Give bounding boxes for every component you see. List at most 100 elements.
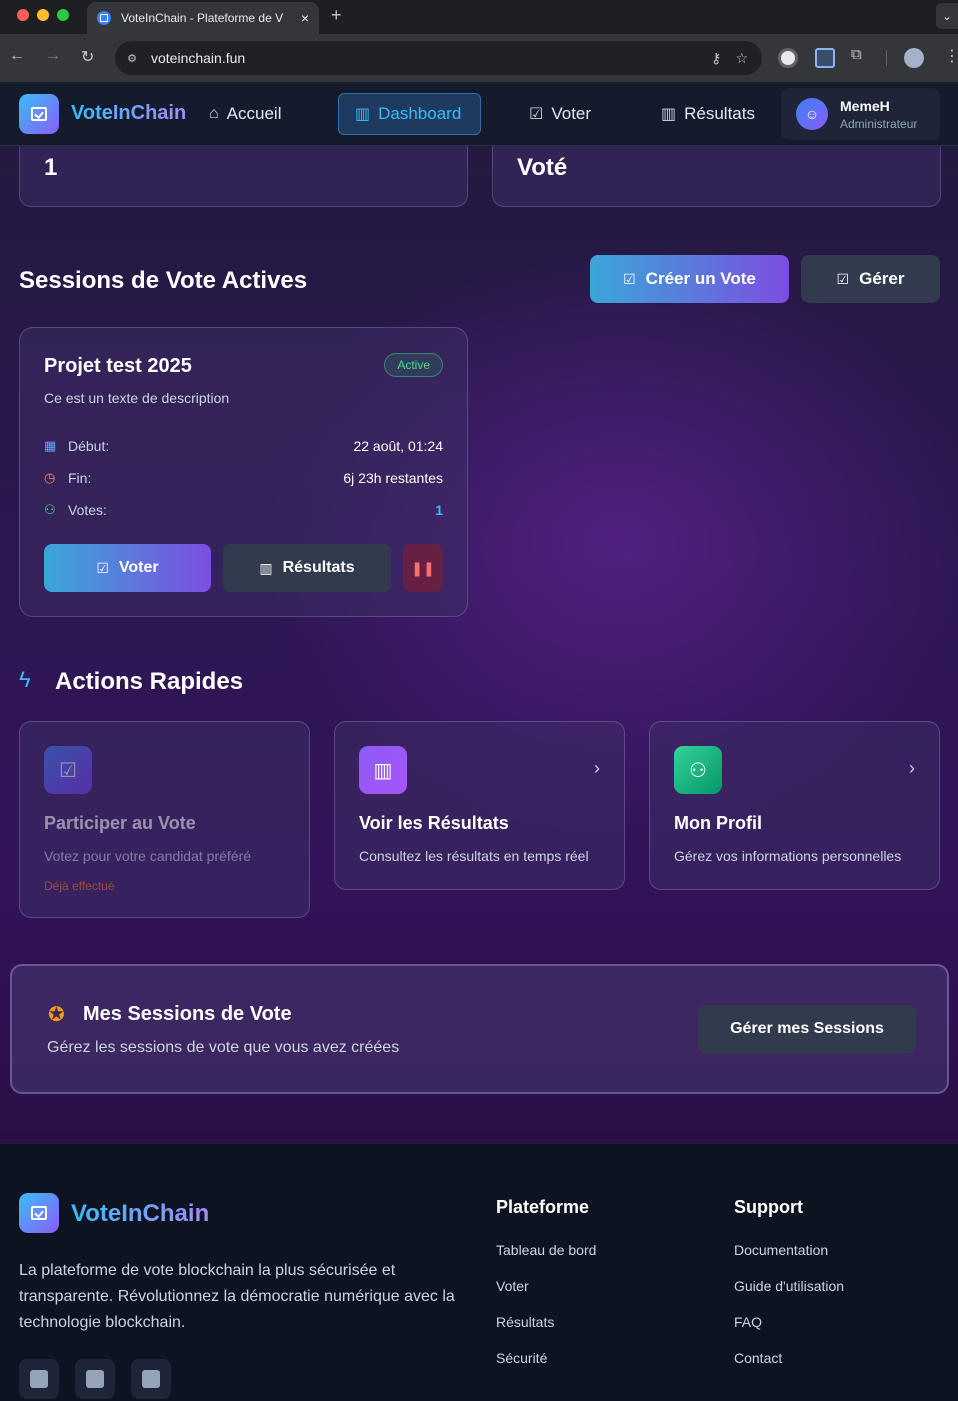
url-text[interactable]: voteinchain.fun xyxy=(151,50,711,66)
browser-toolbar: ← → ↻ ⚙ voteinchain.fun ⚷ ☆ ⧉ ⋮ xyxy=(0,34,958,82)
session-description: Ce est un texte de description xyxy=(44,390,230,406)
home-icon: ⌂ xyxy=(209,105,219,122)
row-value: 1 xyxy=(435,502,443,518)
vote-button[interactable]: ☑ Voter xyxy=(44,544,211,592)
footer-link[interactable]: Contact xyxy=(734,1350,782,1366)
footer-link[interactable]: Sécurité xyxy=(496,1350,547,1366)
quick-action-vote[interactable]: ☑ Participer au Vote Votez pour votre ca… xyxy=(19,721,310,918)
maximize-window-button[interactable] xyxy=(57,9,69,21)
results-button-label: Résultats xyxy=(282,559,355,576)
footer-link[interactable]: Guide d'utilisation xyxy=(734,1278,844,1294)
browser-menu-icon[interactable]: ⋮ xyxy=(944,46,958,66)
footer-link[interactable]: Documentation xyxy=(734,1242,828,1258)
clock-icon: ◷ xyxy=(44,470,56,485)
footer-link[interactable]: Résultats xyxy=(496,1314,554,1330)
close-tab-icon[interactable]: × xyxy=(301,10,309,26)
extensions-puzzle-icon[interactable]: ⧉ xyxy=(851,46,871,66)
browser-tab-bar: VoteInChain - Plateforme de V × + ⌄ xyxy=(0,0,958,34)
app-navbar: VoteInChain ⌂ Accueil ▥ Dashboard ☑ Vote… xyxy=(0,82,958,146)
create-vote-button[interactable]: ☑ Créer un Vote xyxy=(590,255,789,303)
user-name: MemeH xyxy=(840,97,890,114)
ballot-icon: ☑ xyxy=(623,270,636,287)
forward-icon[interactable]: → xyxy=(45,47,61,65)
site-favicon-icon xyxy=(97,11,111,25)
nav-link-dashboard[interactable]: ▥ Dashboard xyxy=(338,93,481,135)
nav-link-accueil[interactable]: ⌂ Accueil xyxy=(193,93,297,135)
manage-my-sessions-button[interactable]: Gérer mes Sessions xyxy=(698,1005,916,1053)
quick-action-title: Voir les Résultats xyxy=(359,813,509,833)
bookmark-star-icon[interactable]: ☆ xyxy=(735,50,748,67)
brand-name[interactable]: VoteInChain xyxy=(71,102,186,125)
results-button[interactable]: ▥ Résultats xyxy=(223,544,391,592)
row-value: 22 août, 01:24 xyxy=(353,438,443,454)
tab-search-button[interactable]: ⌄ xyxy=(936,3,958,29)
bar-chart-icon: ▥ xyxy=(355,106,371,123)
logo-icon xyxy=(19,1193,59,1233)
calendar-icon: ▦ xyxy=(44,438,57,453)
row-value: 6j 23h restantes xyxy=(343,470,443,486)
extension-icon[interactable] xyxy=(778,48,798,68)
logo-icon[interactable] xyxy=(19,94,59,134)
quick-action-title: Participer au Vote xyxy=(44,813,196,833)
social-link-icon[interactable] xyxy=(19,1359,59,1399)
nav-link-label: Voter xyxy=(551,104,592,123)
quick-action-description: Consultez les résultats en temps réel xyxy=(359,848,589,864)
ballot-icon: ☑ xyxy=(836,270,850,287)
ballot-icon: ☑ xyxy=(44,746,92,794)
footer-description: La plateforme de vote blockchain la plus… xyxy=(19,1262,455,1331)
status-badge: Active xyxy=(384,353,443,377)
footer-link[interactable]: FAQ xyxy=(734,1314,762,1330)
social-link-icon[interactable] xyxy=(131,1359,171,1399)
quick-action-profile[interactable]: ⚇ › Mon Profil Gérez vos informations pe… xyxy=(649,721,940,890)
bar-chart-icon: ▥ xyxy=(259,559,273,576)
nav-link-resultats[interactable]: ▥ Résultats xyxy=(645,93,771,135)
user-avatar-icon: ☺ xyxy=(796,98,828,130)
footer-link[interactable]: Tableau de bord xyxy=(496,1242,596,1258)
users-icon: ⚇ xyxy=(674,746,722,794)
quick-action-description: Gérez vos informations personnelles xyxy=(674,848,902,864)
extension-icon[interactable] xyxy=(815,48,835,68)
session-card: Projet test 2025 Active Ce est un texte … xyxy=(19,327,468,617)
already-done-note: Déjà effectué xyxy=(44,879,115,893)
user-role: Administrateur xyxy=(840,116,918,131)
nav-link-label: Dashboard xyxy=(378,104,462,123)
social-link-icon[interactable] xyxy=(75,1359,115,1399)
new-tab-button[interactable]: + xyxy=(331,5,342,26)
row-label: Votes: xyxy=(68,502,107,518)
stat-value: 1 xyxy=(44,154,58,181)
bar-chart-icon: ▥ xyxy=(359,746,407,794)
sessions-title: Sessions de Vote Actives xyxy=(19,267,308,294)
session-votes-row: ⚇ Votes: 1 xyxy=(44,500,443,520)
quick-action-title: Mon Profil xyxy=(674,813,762,833)
create-vote-label: Créer un Vote xyxy=(645,269,756,288)
my-sessions-description: Gérez les sessions de vote que vous avez… xyxy=(47,1039,400,1056)
nav-link-voter[interactable]: ☑ Voter xyxy=(513,93,607,135)
reload-icon[interactable]: ↻ xyxy=(81,47,94,67)
quick-action-description: Votez pour votre candidat préféré xyxy=(44,848,252,864)
session-title: Projet test 2025 xyxy=(44,355,192,377)
pause-icon: ❚❚ xyxy=(411,559,435,576)
profile-avatar[interactable] xyxy=(904,48,924,68)
site-settings-icon[interactable]: ⚙ xyxy=(121,47,143,69)
pause-button[interactable]: ❚❚ xyxy=(403,544,443,592)
ballot-icon: ☑ xyxy=(529,106,544,123)
minimize-window-button[interactable] xyxy=(37,9,49,21)
footer-link[interactable]: Voter xyxy=(496,1278,529,1294)
address-bar[interactable]: ⚙ voteinchain.fun ⚷ ☆ xyxy=(115,41,762,75)
back-icon[interactable]: ← xyxy=(9,47,25,65)
tab-title: VoteInChain - Plateforme de V xyxy=(121,11,284,25)
session-start-row: ▦ Début: 22 août, 01:24 xyxy=(44,436,443,456)
manage-label: Gérer xyxy=(859,269,905,288)
nav-link-label: Résultats xyxy=(684,104,755,123)
row-label: Début: xyxy=(68,438,110,454)
manage-button[interactable]: ☑ Gérer xyxy=(801,255,940,303)
close-window-button[interactable] xyxy=(17,9,29,21)
quick-action-results[interactable]: ▥ › Voir les Résultats Consultez les rés… xyxy=(334,721,625,890)
user-menu[interactable]: ☺ MemeH Administrateur xyxy=(781,88,940,140)
browser-tab[interactable]: VoteInChain - Plateforme de V × xyxy=(87,2,319,34)
users-icon: ⚇ xyxy=(44,502,56,517)
key-icon[interactable]: ⚷ xyxy=(711,50,721,67)
footer: VoteInChain La plateforme de vote blockc… xyxy=(0,1143,958,1401)
vote-button-label: Voter xyxy=(118,559,159,576)
quick-actions-title: Actions Rapides xyxy=(55,668,244,695)
